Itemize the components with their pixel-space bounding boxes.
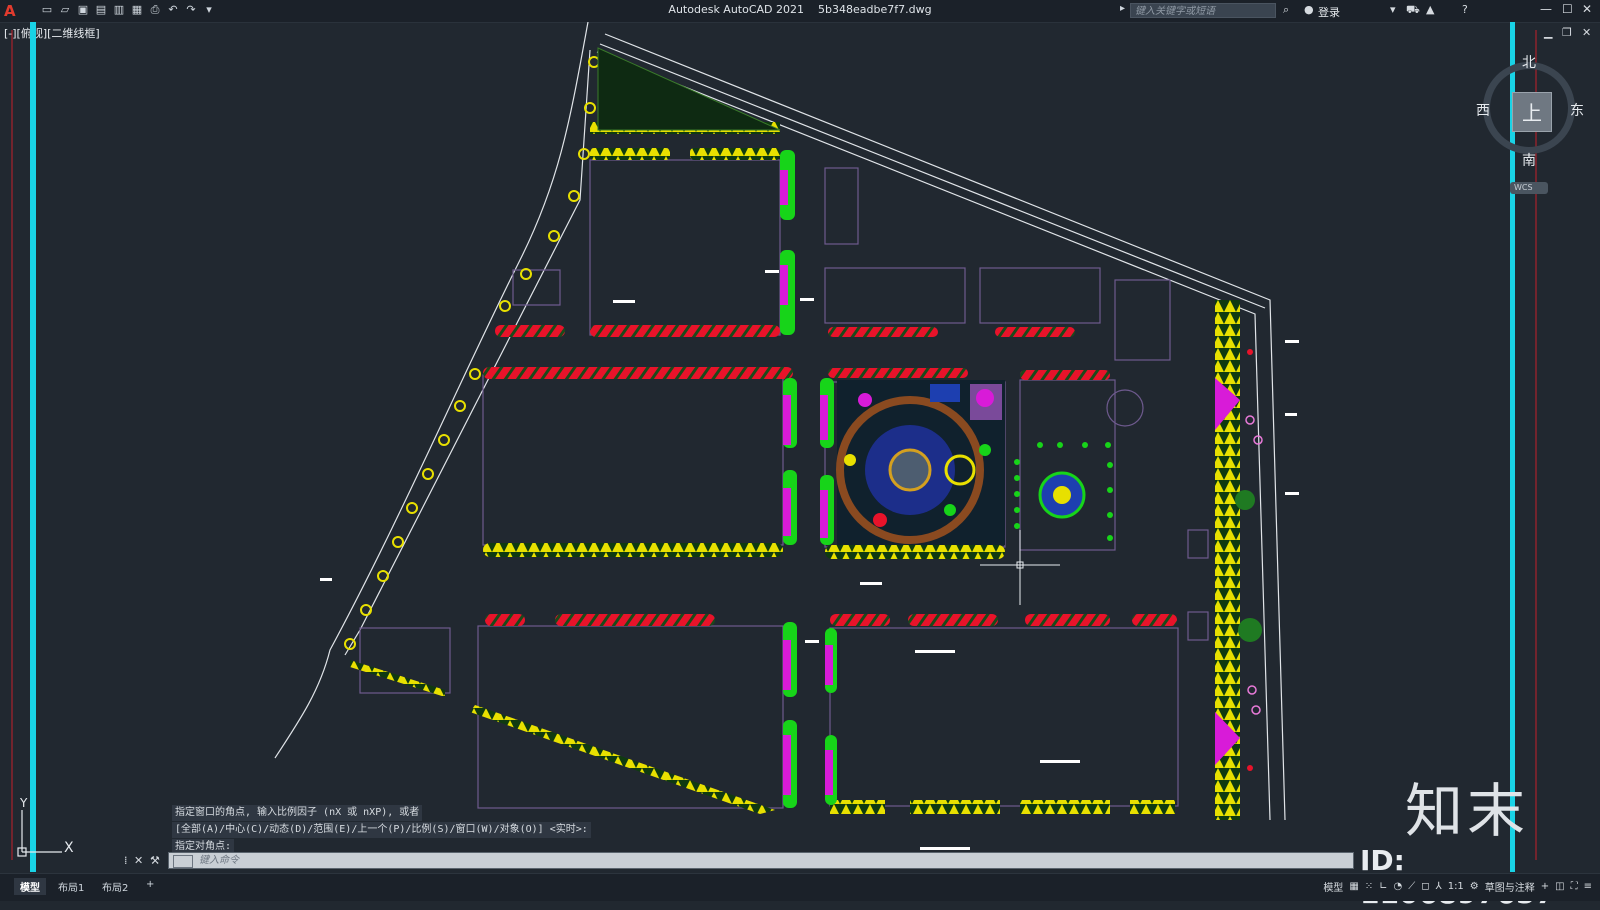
search-icon[interactable]: ⌕	[1283, 3, 1289, 17]
watermark-brand: 知末	[1405, 777, 1530, 845]
gear-icon[interactable]: ⚙	[1470, 881, 1479, 892]
search-input[interactable]: 键入关键字或短语	[1130, 3, 1276, 18]
ortho-icon[interactable]: ∟	[1379, 881, 1387, 892]
help-icon[interactable]: ?	[1462, 3, 1468, 16]
compass-south[interactable]: 南	[1522, 150, 1536, 170]
command-line[interactable]: 键入命令	[168, 852, 1354, 869]
central-garden	[836, 380, 1005, 545]
tab-add-layout[interactable]: +	[140, 878, 160, 891]
maximize-button[interactable]: ☐	[1562, 2, 1573, 16]
round-planter	[1038, 471, 1086, 519]
command-history-line: [全部(A)/中心(C)/动态(D)/范围(E)/上一个(P)/比例(S)/窗口…	[172, 822, 591, 838]
annotation-labels	[320, 270, 1299, 850]
workspace-switch[interactable]: 草图与注释	[1485, 879, 1535, 894]
viewcube-top-face[interactable]: 上	[1512, 92, 1552, 132]
compass-east[interactable]: 东	[1570, 100, 1584, 120]
command-history: 指定窗口的角点, 输入比例因子 (nX 或 nXP), 或者 [全部(A)/中心…	[172, 805, 591, 856]
window-title: Autodesk AutoCAD 2021 5b348eadbe7f7.dwg	[0, 3, 1600, 16]
plus-icon[interactable]: +	[1541, 881, 1549, 892]
wcs-menu[interactable]: WCS	[1510, 182, 1548, 194]
street-trees	[344, 56, 600, 650]
user-icon[interactable]: ●	[1304, 3, 1314, 16]
status-toggles: 模型 ▦ ⁙ ∟ ◔ ⟋ ◻ ⅄ 1:1 ⚙ 草图与注释 + ◫ ⛶ ≡	[1323, 879, 1592, 894]
compass-north[interactable]: 北	[1522, 52, 1536, 72]
ucs-x-label: X	[64, 840, 74, 856]
annotation-scale[interactable]: 1:1	[1448, 881, 1464, 892]
tab-layout1[interactable]: 布局1	[52, 878, 90, 895]
command-prompt-icon[interactable]	[173, 855, 193, 868]
menu-icon[interactable]: ≡	[1584, 881, 1592, 892]
viewport-boundary-left	[30, 22, 36, 872]
dropdown-icon[interactable]: ▾	[1390, 3, 1396, 16]
tab-model[interactable]: 模型	[14, 878, 46, 895]
polar-icon[interactable]: ◔	[1394, 881, 1403, 892]
command-close-icon[interactable]: ✕	[134, 854, 143, 867]
cart-icon[interactable]: ⛟	[1406, 3, 1420, 18]
drawing-canvas[interactable]	[0, 22, 1600, 872]
annotation-visibility-icon[interactable]: ⅄	[1436, 881, 1442, 892]
login-button[interactable]: 登录	[1318, 4, 1340, 20]
object-snap-icon[interactable]: ◻	[1421, 881, 1429, 892]
model-space-button[interactable]: 模型	[1323, 879, 1343, 894]
fullscreen-icon[interactable]: ⛶	[1571, 881, 1578, 892]
app-title: Autodesk AutoCAD 2021	[668, 3, 805, 16]
nw-planting	[597, 47, 781, 131]
hedge-green	[780, 150, 837, 808]
command-input[interactable]: 键入命令	[199, 853, 239, 868]
viewcube[interactable]: 上 北 南 东 西	[1476, 52, 1588, 172]
grid-icon[interactable]: ▦	[1349, 881, 1358, 892]
search-expand-icon[interactable]: ▸	[1120, 3, 1125, 14]
minimize-button[interactable]: —	[1540, 2, 1552, 16]
status-bar: 模型 布局1 布局2 + 模型 ▦ ⁙ ∟ ◔ ⟋ ◻ ⅄ 1:1 ⚙ 草图与注…	[0, 873, 1600, 901]
command-grip-icon[interactable]: ⁞	[124, 854, 128, 867]
ucs-icon	[17, 810, 62, 857]
compass-west[interactable]: 西	[1476, 100, 1490, 120]
snap-icon[interactable]: ⁙	[1365, 881, 1373, 892]
close-button[interactable]: ✕	[1582, 2, 1592, 16]
command-customize-icon[interactable]: ⚒	[150, 854, 160, 867]
site-boundary	[274, 22, 1286, 821]
command-history-line: 指定窗口的角点, 输入比例因子 (nX 或 nXP), 或者	[172, 805, 423, 821]
isolate-icon[interactable]: ◫	[1555, 881, 1564, 892]
ucs-y-label: Y	[20, 796, 28, 810]
file-name: 5b348eadbe7f7.dwg	[818, 3, 932, 16]
isodraft-icon[interactable]: ⟋	[1408, 881, 1415, 892]
title-bar: A ▭ ▱ ▣ ▤ ▥ ▦ ⎙ ↶ ↷ ▾ Autodesk AutoCAD 2…	[0, 0, 1600, 23]
tab-layout2[interactable]: 布局2	[96, 878, 134, 895]
autodesk-a360-icon[interactable]: ▲	[1426, 3, 1434, 16]
